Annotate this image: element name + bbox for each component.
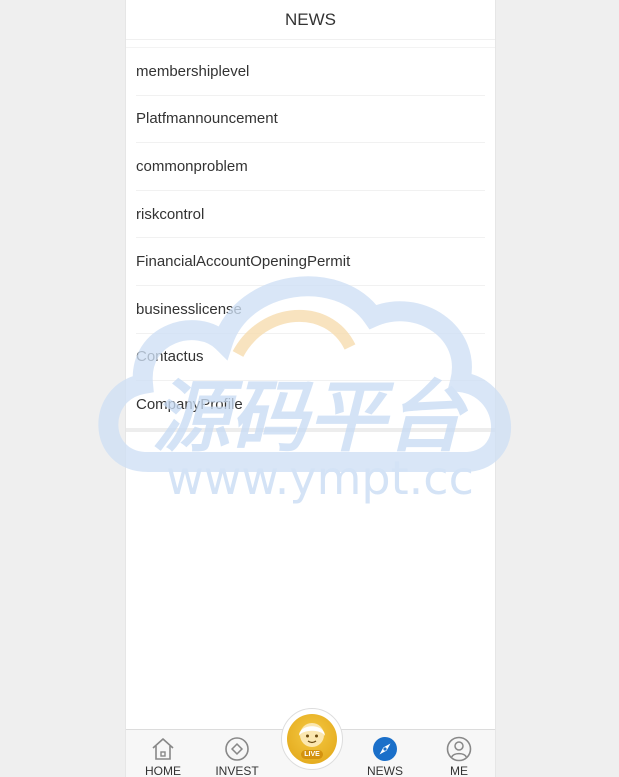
tab-invest-label: INVEST xyxy=(215,764,259,777)
tab-news[interactable]: NEWS xyxy=(348,736,422,777)
news-item-business-license[interactable]: businesslicense xyxy=(136,286,485,334)
news-item-membership-level[interactable]: membershiplevel xyxy=(136,48,485,96)
news-item-financial-account-opening-permit[interactable]: FinancialAccountOpeningPermit xyxy=(136,238,485,286)
tab-me-label: ME xyxy=(450,764,468,777)
news-list: membershiplevel Platfmannouncement commo… xyxy=(126,48,495,428)
header-gap xyxy=(126,40,495,48)
page-title: NEWS xyxy=(285,9,336,29)
list-divider xyxy=(126,427,495,432)
news-item-platform-announcement[interactable]: Platfmannouncement xyxy=(136,96,485,144)
news-item-contact-us[interactable]: Contactus xyxy=(136,334,485,382)
invest-icon xyxy=(225,737,249,761)
user-icon xyxy=(446,736,472,762)
live-badge: LIVE xyxy=(287,714,337,764)
live-button[interactable]: LIVE xyxy=(281,708,343,770)
news-item-common-problem[interactable]: commonproblem xyxy=(136,143,485,191)
tab-home[interactable]: HOME xyxy=(126,736,200,777)
page-header: NEWS xyxy=(126,0,495,40)
tab-news-label: NEWS xyxy=(367,764,403,777)
phone-screen: NEWS membershiplevel Platfmannouncement … xyxy=(125,0,496,777)
news-item-company-profile[interactable]: CompanyProfile xyxy=(136,381,485,428)
compass-icon xyxy=(373,737,397,761)
live-label: LIVE xyxy=(304,751,320,758)
tab-me[interactable]: ME xyxy=(422,736,495,777)
tab-invest[interactable]: INVEST xyxy=(200,736,274,777)
news-item-risk-control[interactable]: riskcontrol xyxy=(136,191,485,239)
home-icon xyxy=(152,738,174,760)
tab-home-label: HOME xyxy=(145,764,181,777)
